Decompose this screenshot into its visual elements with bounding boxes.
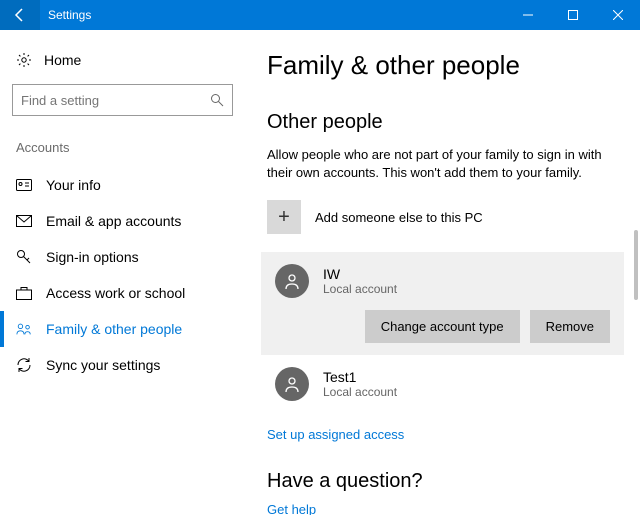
add-someone-button[interactable]: + Add someone else to this PC: [267, 200, 618, 234]
nav-label: Your info: [46, 177, 101, 193]
title-bar: Settings: [0, 0, 640, 30]
nav-label: Sync your settings: [46, 357, 160, 373]
scrollbar-thumb[interactable]: [634, 230, 638, 300]
plus-icon: +: [267, 200, 301, 234]
category-label: Accounts: [12, 140, 233, 155]
nav-label: Sign-in options: [46, 249, 139, 265]
briefcase-icon: [16, 285, 32, 301]
search-icon: [210, 93, 224, 107]
nav-sync-settings[interactable]: Sync your settings: [0, 347, 233, 383]
question-heading: Have a question?: [267, 470, 618, 493]
nav-email-accounts[interactable]: Email & app accounts: [0, 203, 233, 239]
account-type: Local account: [323, 282, 397, 296]
maximize-icon: [568, 10, 578, 20]
search-input[interactable]: [21, 93, 210, 108]
search-box[interactable]: [12, 84, 233, 116]
nav-label: Family & other people: [46, 321, 182, 337]
remove-account-button[interactable]: Remove: [530, 310, 610, 343]
assigned-access-link[interactable]: Set up assigned access: [267, 427, 404, 442]
minimize-icon: [523, 10, 533, 20]
nav-your-info[interactable]: Your info: [0, 167, 233, 203]
gear-icon: [16, 52, 32, 68]
people-icon: [16, 321, 32, 337]
add-label: Add someone else to this PC: [315, 210, 483, 225]
avatar-icon: [275, 264, 309, 298]
avatar-icon: [275, 367, 309, 401]
maximize-button[interactable]: [550, 0, 595, 30]
account-name: IW: [323, 266, 397, 282]
page-title: Family & other people: [267, 50, 618, 81]
nav-label: Access work or school: [46, 285, 185, 301]
close-button[interactable]: [595, 0, 640, 30]
other-people-heading: Other people: [267, 111, 618, 134]
close-icon: [613, 10, 623, 20]
arrow-left-icon: [12, 7, 28, 23]
mail-icon: [16, 213, 32, 229]
sync-icon: [16, 357, 32, 373]
other-people-desc: Allow people who are not part of your fa…: [267, 146, 618, 182]
account-card-iw[interactable]: IW Local account Change account type Rem…: [261, 252, 624, 355]
minimize-button[interactable]: [505, 0, 550, 30]
back-button[interactable]: [0, 0, 40, 30]
nav-access-work[interactable]: Access work or school: [0, 275, 233, 311]
account-card-test1[interactable]: Test1 Local account: [261, 355, 624, 413]
home-label: Home: [44, 52, 81, 68]
nav-family-people[interactable]: Family & other people: [0, 311, 233, 347]
window-title: Settings: [40, 8, 505, 22]
home-button[interactable]: Home: [12, 46, 233, 74]
id-card-icon: [16, 177, 32, 193]
key-icon: [16, 249, 32, 265]
window-controls: [505, 0, 640, 30]
get-help-link[interactable]: Get help: [267, 502, 316, 515]
account-type: Local account: [323, 385, 397, 399]
nav-label: Email & app accounts: [46, 213, 181, 229]
change-account-type-button[interactable]: Change account type: [365, 310, 520, 343]
main-panel: Family & other people Other people Allow…: [245, 30, 640, 515]
nav-signin-options[interactable]: Sign-in options: [0, 239, 233, 275]
sidebar: Home Accounts Your info Email & app acco…: [0, 30, 245, 515]
account-name: Test1: [323, 369, 397, 385]
